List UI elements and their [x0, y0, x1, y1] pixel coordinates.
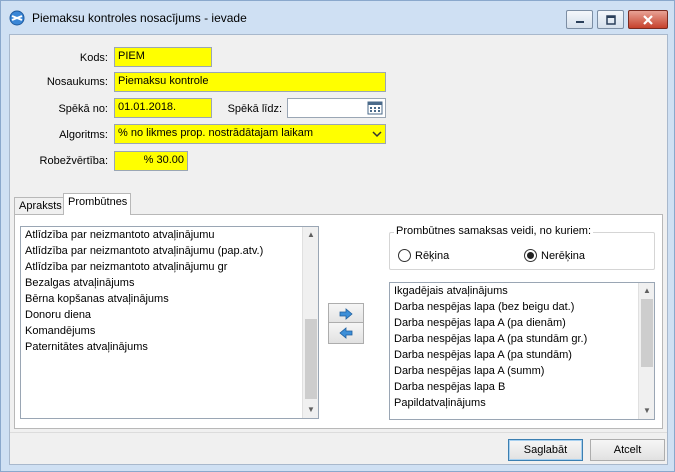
minimize-button[interactable] — [566, 10, 593, 29]
footer-divider — [10, 432, 667, 433]
list-item[interactable]: Darba nespējas lapa B — [390, 379, 654, 395]
list-item[interactable]: Darba nespējas lapa A (summ) — [390, 363, 654, 379]
available-absences-list[interactable]: Atlīdzība par neizmantoto atvaļinājumu At… — [20, 226, 319, 419]
available-list-items: Atlīdzība par neizmantoto atvaļinājumu At… — [21, 227, 318, 355]
speka-no-input[interactable]: 01.01.2018. — [114, 98, 212, 118]
list-item[interactable]: Ikgadējais atvaļinājums — [390, 283, 654, 299]
scroll-up-icon[interactable]: ▲ — [306, 230, 316, 240]
list-item[interactable]: Darba nespējas lapa A (pa dienām) — [390, 315, 654, 331]
list-item[interactable]: Darba nespējas lapa A (pa stundām) — [390, 347, 654, 363]
remove-from-selected-button[interactable] — [328, 322, 364, 344]
kods-label: Kods: — [79, 52, 108, 64]
prombutnes-panel: Atlīdzība par neizmantoto atvaļinājumu At… — [14, 214, 663, 429]
calendar-icon[interactable] — [367, 101, 383, 115]
maximize-icon — [605, 14, 616, 25]
close-icon — [643, 14, 653, 25]
list-item[interactable]: Papildatvaļinājums — [390, 395, 654, 411]
list-item[interactable]: Atlīdzība par neizmantoto atvaļinājumu — [21, 227, 318, 243]
list-item[interactable]: Atlīdzība par neizmantoto atvaļinājumu g… — [21, 259, 318, 275]
payment-types-group: Prombūtnes samaksas veidi, no kuriem: Rē… — [389, 225, 655, 270]
speka-no-label: Spēkā no: — [58, 103, 108, 115]
list-item[interactable]: Komandējums — [21, 323, 318, 339]
nosaukums-label: Nosaukums: — [46, 76, 108, 88]
arrow-left-icon — [339, 327, 353, 339]
list-item[interactable]: Bezalgas atvaļinājums — [21, 275, 318, 291]
payment-types-group-title: Prombūtnes samaksas veidi, no kuriem: — [394, 225, 594, 237]
kods-input[interactable]: PIEM — [114, 47, 212, 67]
selected-absences-list[interactable]: Ikgadējais atvaļinājums Darba nespējas la… — [389, 282, 655, 420]
radio-rekina[interactable]: Rēķina — [398, 249, 449, 262]
tab-apraksts[interactable]: Apraksts — [14, 197, 64, 215]
radio-nerekina-circle — [524, 249, 537, 262]
minimize-icon — [575, 20, 584, 23]
robezvertiba-label: Robežvērtība: — [39, 155, 108, 167]
chevron-down-icon[interactable] — [371, 128, 383, 140]
scroll-down-icon[interactable]: ▼ — [306, 405, 316, 415]
tab-prombutnes[interactable]: Prombūtnes — [63, 193, 131, 215]
dialog-window: Piemaksu kontroles nosacījums - ievade K… — [0, 0, 675, 472]
robezvertiba-input[interactable]: % 30.00 — [114, 151, 188, 171]
algoritms-value: % no likmes prop. nostrādātajam laikam — [118, 127, 314, 139]
radio-rekina-circle — [398, 249, 411, 262]
radio-selected-dot — [527, 252, 534, 259]
list-item[interactable]: Donoru diena — [21, 307, 318, 323]
app-globe-icon — [9, 10, 25, 26]
window-title: Piemaksu kontroles nosacījums - ievade — [32, 11, 247, 25]
maximize-button[interactable] — [597, 10, 624, 29]
radio-nerekina[interactable]: Nerēķina — [524, 249, 585, 262]
scroll-down-icon[interactable]: ▼ — [642, 406, 652, 416]
speka-lidz-label: Spēkā līdz: — [227, 103, 282, 115]
dialog-client-area: Kods: PIEM Nosaukums: Piemaksu kontrole … — [9, 34, 668, 465]
algoritms-label: Algoritms: — [59, 129, 108, 141]
arrow-right-icon — [339, 308, 353, 320]
title-bar[interactable]: Piemaksu kontroles nosacījums - ievade — [1, 1, 674, 34]
selected-list-items: Ikgadējais atvaļinājums Darba nespējas la… — [390, 283, 654, 411]
list-item[interactable]: Darba nespējas lapa A (pa stundām gr.) — [390, 331, 654, 347]
speka-lidz-input[interactable] — [287, 98, 386, 118]
scroll-up-icon[interactable]: ▲ — [642, 286, 652, 296]
algoritms-select[interactable]: % no likmes prop. nostrādātajam laikam — [114, 124, 386, 144]
nosaukums-input[interactable]: Piemaksu kontrole — [114, 72, 386, 92]
cancel-button[interactable]: Atcelt — [590, 439, 665, 461]
list-item[interactable]: Paternitātes atvaļinājums — [21, 339, 318, 355]
available-list-scrollbar[interactable]: ▲ ▼ — [302, 227, 318, 418]
radio-rekina-label: Rēķina — [415, 249, 450, 262]
scroll-thumb[interactable] — [305, 319, 317, 399]
list-item[interactable]: Atlīdzība par neizmantoto atvaļinājumu (… — [21, 243, 318, 259]
list-item[interactable]: Darba nespējas lapa (bez beigu dat.) — [390, 299, 654, 315]
scroll-thumb[interactable] — [641, 299, 653, 367]
close-button[interactable] — [628, 10, 668, 29]
list-item[interactable]: Bērna kopšanas atvaļinājums — [21, 291, 318, 307]
radio-nerekina-label: Nerēķina — [541, 249, 586, 262]
selected-list-scrollbar[interactable]: ▲ ▼ — [638, 283, 654, 419]
save-button[interactable]: Saglabāt — [508, 439, 583, 461]
